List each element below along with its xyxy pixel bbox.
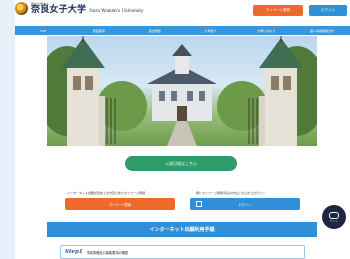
registered-label: 既にマイページ登録済みの方はこちらからログイン — [196, 191, 265, 195]
nav-item-top[interactable]: TOP — [15, 29, 71, 33]
login-icon — [196, 201, 202, 207]
logo-title: 奈良女子大学 — [31, 4, 87, 15]
emblem-icon — [15, 2, 28, 15]
nav-item-guidelines[interactable]: 募集要項 — [71, 29, 127, 33]
chat-widget-button[interactable]: チャット — [322, 205, 346, 229]
nav-item-about[interactable]: 大学紹介 — [182, 29, 238, 33]
campus-building-illustration — [47, 36, 317, 146]
page: 国立大学法人 奈良女子大学 Nara Women's University マイ… — [15, 0, 350, 259]
entry-schedule-button[interactable]: 入試日程はこちら — [125, 156, 237, 171]
step-item[interactable]: Step1 事前準備及び募集要項の確認 — [60, 245, 305, 259]
step-text: 事前準備及び募集要項の確認 — [86, 250, 129, 255]
first-time-label: インターネット出願が初めての方及びまだマイページ登録 — [67, 191, 145, 195]
header-login-button[interactable]: ログイン — [309, 5, 347, 16]
login-button-label: ログイン — [238, 202, 252, 207]
nav-item-privacy[interactable]: 個人情報保護方針 — [294, 29, 350, 33]
login-button[interactable]: ログイン — [190, 198, 300, 210]
nav-item-past-exams[interactable]: 過去問題 — [127, 29, 183, 33]
main-nav: TOP 募集要項 過去問題 大学紹介 お問い合わせ 個人情報保護方針 — [15, 26, 350, 35]
step-number: Step1 — [65, 249, 83, 255]
mypage-register-button[interactable]: マイページ登録 — [253, 5, 303, 16]
register-button[interactable]: マイページ登録 — [65, 198, 175, 210]
hero-image — [47, 36, 317, 146]
chat-bubble-icon — [329, 211, 339, 219]
site-header: 国立大学法人 奈良女子大学 Nara Women's University マイ… — [15, 0, 350, 22]
university-logo[interactable]: 国立大学法人 奈良女子大学 Nara Women's University — [15, 2, 143, 15]
section-title: インターネット出願利用手順 — [47, 222, 317, 237]
nav-item-contact[interactable]: お問い合わせ — [238, 29, 294, 33]
logo-english: Nara Women's University — [89, 7, 144, 13]
chat-label: チャット — [330, 220, 338, 223]
